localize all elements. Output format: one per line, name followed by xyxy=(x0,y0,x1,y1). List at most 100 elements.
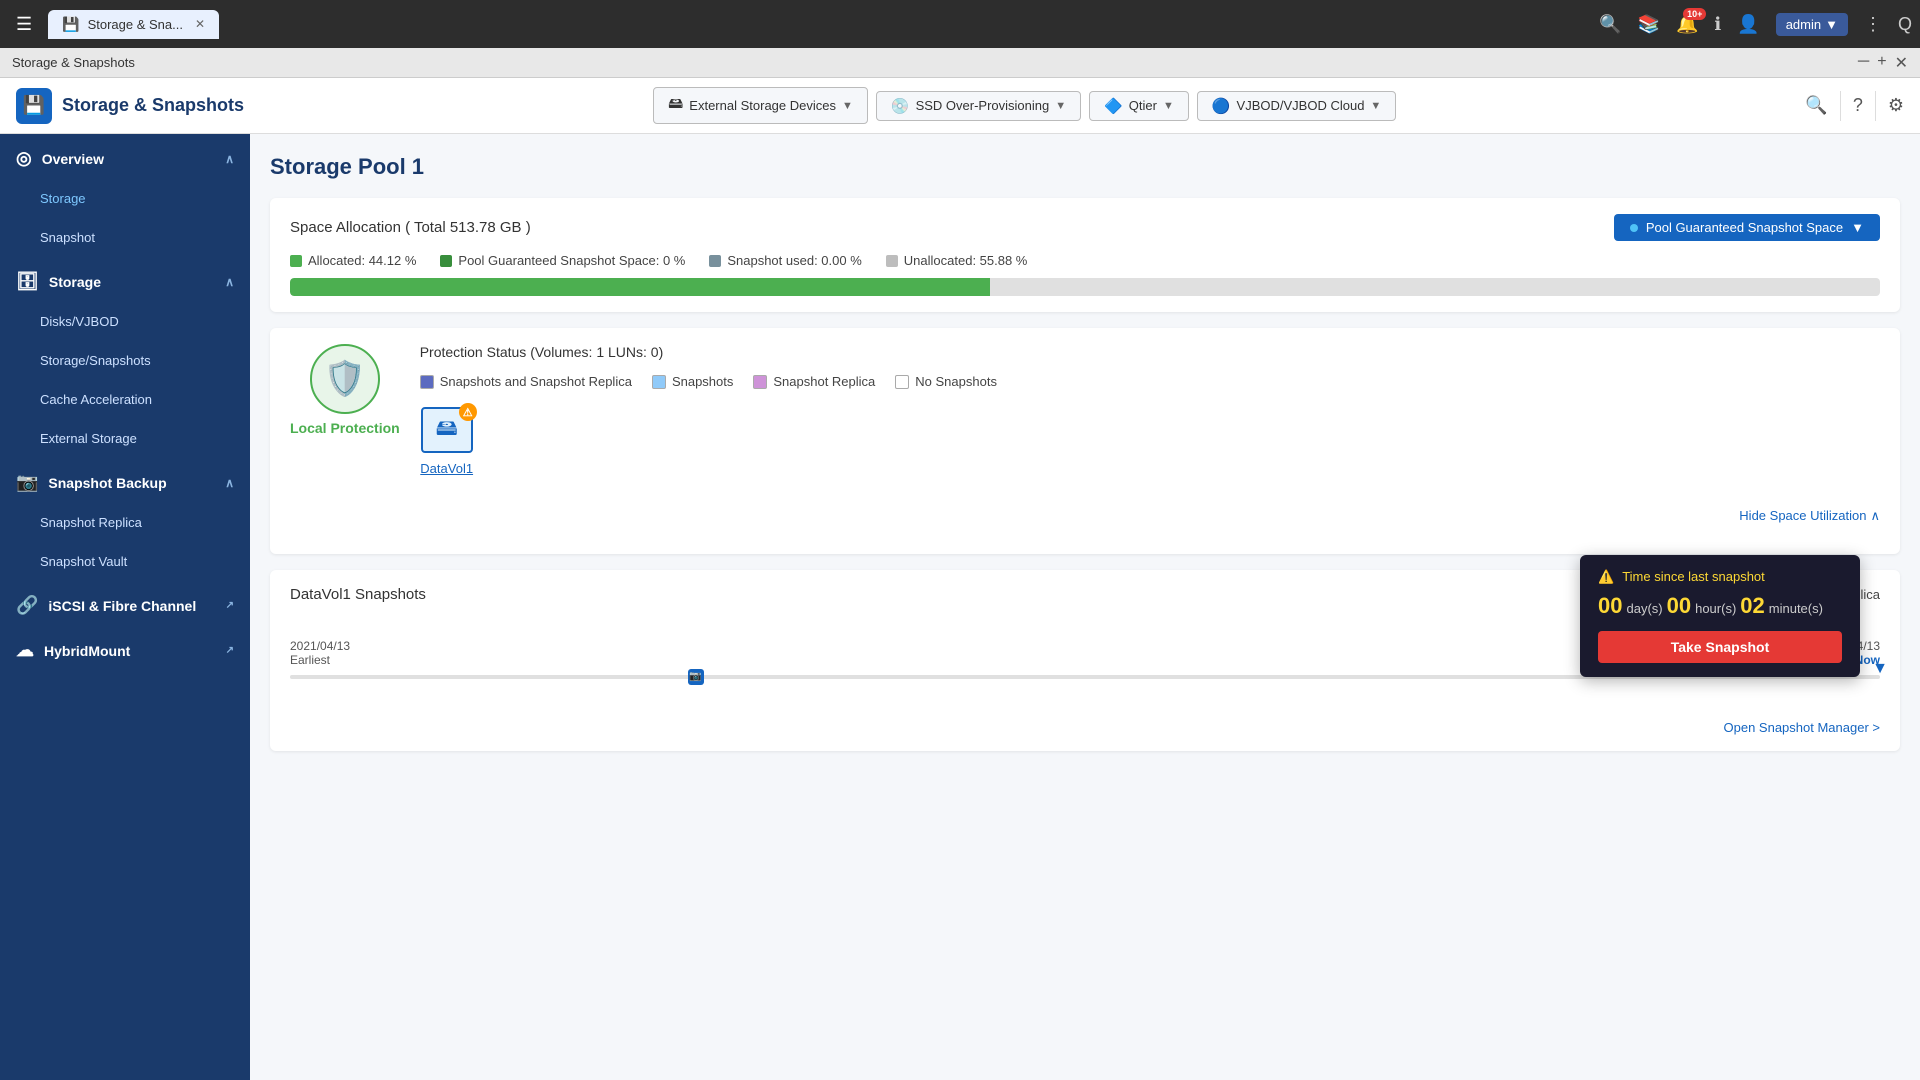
sidebar-item-overview[interactable]: ◎ Overview ∧ xyxy=(0,134,250,179)
snapshot-section: DataVol1 Snapshots Local Snapshot Snapsh… xyxy=(270,570,1900,751)
browser-tab[interactable]: 💾 Storage & Sna... ✕ xyxy=(48,10,219,39)
overview-chevron-icon: ∧ xyxy=(225,152,234,166)
pool-snap-btn-label: Pool Guaranteed Snapshot Space xyxy=(1646,220,1843,235)
sidebar-item-snapshot-backup[interactable]: 📷 Snapshot Backup ∧ xyxy=(0,458,250,503)
sidebar-item-snapshot-sub[interactable]: Snapshot xyxy=(0,218,250,257)
app-header: 💾 Storage & Snapshots 🖴 External Storage… xyxy=(0,78,1920,134)
titlebar-right: 🔍 📚 🔔 10+ ℹ 👤 admin ▼ ⋮ Q xyxy=(1599,13,1912,36)
vjbod-button[interactable]: 🔵 VJBOD/VJBOD Cloud ▼ xyxy=(1197,91,1396,121)
header-search-icon[interactable]: 🔍 xyxy=(1805,95,1827,116)
iscsi-icon: 🔗 xyxy=(16,595,38,616)
allocated-label: Allocated: 44.12 % xyxy=(308,253,416,268)
space-allocation-panel: Space Allocation ( Total 513.78 GB ) Poo… xyxy=(270,198,1900,312)
volume-name-label[interactable]: DataVol1 xyxy=(420,461,473,476)
tooltip-hour-unit: hour(s) xyxy=(1695,601,1736,616)
tooltip-day-value: 00 xyxy=(1598,593,1622,619)
snapshots-legend-label: Snapshots xyxy=(672,374,733,389)
maximize-button[interactable]: + xyxy=(1877,53,1886,73)
tab-close-icon[interactable]: ✕ xyxy=(195,17,205,31)
pool-snap-btn[interactable]: Pool Guaranteed Snapshot Space ▼ xyxy=(1614,214,1880,241)
app-logo: 💾 Storage & Snapshots xyxy=(16,88,244,124)
hybridmount-label: HybridMount xyxy=(44,643,130,659)
storage-label: Storage xyxy=(49,274,101,290)
snapshot-backup-icon: 📷 xyxy=(16,472,38,493)
snapshot-section-title: DataVol1 Snapshots xyxy=(290,586,426,603)
logo-icon: 💾 xyxy=(16,88,52,124)
progress-bar-fill xyxy=(290,278,990,296)
progress-bar xyxy=(290,278,1880,296)
snapshot-backup-label: Snapshot Backup xyxy=(48,475,166,491)
window-title: Storage & Snapshots xyxy=(12,55,135,70)
storage-icon: 🗄 xyxy=(16,271,39,292)
all-legend-square xyxy=(420,375,434,389)
unallocated-dot xyxy=(886,255,898,267)
hide-space-util: Hide Space Utilization ∧ xyxy=(420,507,1880,524)
snap-used-dot xyxy=(709,255,721,267)
volume-icon-bg: 🖴 ⚠ xyxy=(421,407,473,453)
toolbar-buttons: 🖴 External Storage Devices ▼ 💿 SSD Over-… xyxy=(256,87,1793,124)
search-icon[interactable]: 🔍 xyxy=(1599,14,1621,35)
app-title: Storage & Snapshots xyxy=(62,95,244,116)
sidebar-item-storage-snapshots[interactable]: Storage/Snapshots xyxy=(0,341,250,380)
local-marker-icon: 📷 xyxy=(689,671,701,682)
sidebar-item-iscsi[interactable]: 🔗 iSCSI & Fibre Channel ↗ xyxy=(0,581,250,626)
minimize-button[interactable]: ─ xyxy=(1858,53,1869,73)
pool-snap-dot xyxy=(1630,224,1638,232)
sidebar-item-storage-sub[interactable]: Storage xyxy=(0,179,250,218)
sidebar-item-snapshot-vault[interactable]: Snapshot Vault xyxy=(0,542,250,581)
hamburger-menu-icon[interactable]: ☰ xyxy=(8,10,40,39)
divider2 xyxy=(1875,91,1876,121)
ssd-provisioning-button[interactable]: 💿 SSD Over-Provisioning ▼ xyxy=(876,91,1081,121)
open-snapshot-manager-link[interactable]: Open Snapshot Manager > xyxy=(1724,720,1880,735)
pool-snap-chevron-icon: ▼ xyxy=(1851,220,1864,235)
external-storage-sidebar-label: External Storage xyxy=(40,431,137,446)
user-icon[interactable]: 👤 xyxy=(1737,14,1759,35)
iscsi-external-icon: ↗ xyxy=(226,600,234,611)
pool-snap-legend-label: Pool Guaranteed Snapshot Space: 0 % xyxy=(458,253,685,268)
sidebar-snapshot-sub-label: Snapshot xyxy=(40,230,95,245)
volume-item-datavol1[interactable]: 🖴 ⚠ DataVol1 xyxy=(420,405,474,495)
sidebar-item-storage[interactable]: 🗄 Storage ∧ xyxy=(0,257,250,302)
window-controls: ─ + ✕ xyxy=(1858,53,1908,73)
disks-label: Disks/VJBOD xyxy=(40,314,119,329)
admin-chevron-icon: ▼ xyxy=(1825,17,1838,32)
qnap-icon[interactable]: Q xyxy=(1898,14,1912,35)
hide-space-util-link[interactable]: Hide Space Utilization ∧ xyxy=(1739,508,1880,524)
timeline-local-marker[interactable]: 📷 xyxy=(688,669,704,685)
sidebar-item-hybridmount[interactable]: ☁ HybridMount ↗ xyxy=(0,626,250,671)
admin-menu-button[interactable]: admin ▼ xyxy=(1776,13,1848,36)
qtier-chevron-icon: ▼ xyxy=(1163,100,1174,112)
all-legend-label: Snapshots and Snapshot Replica xyxy=(440,374,632,389)
vjbod-label: VJBOD/VJBOD Cloud xyxy=(1237,98,1365,113)
more-options-icon[interactable]: ⋮ xyxy=(1864,14,1882,35)
timeline-now-marker xyxy=(1872,661,1888,677)
hybridmount-icon: ☁ xyxy=(16,640,34,661)
hide-space-label: Hide Space Utilization xyxy=(1739,508,1866,523)
sidebar-item-disks[interactable]: Disks/VJBOD xyxy=(0,302,250,341)
sidebar: ◎ Overview ∧ Storage Snapshot 🗄 Storage … xyxy=(0,134,250,1080)
timeline-area: 2021/04/13 Earliest 2021/04/13 Now 📷 xyxy=(290,619,1880,707)
toolbar-right: 🔍 ? ⚙ xyxy=(1805,91,1904,121)
take-snapshot-button[interactable]: Take Snapshot xyxy=(1598,631,1842,663)
qtier-button[interactable]: 🔷 Qtier ▼ xyxy=(1089,91,1189,121)
close-button[interactable]: ✕ xyxy=(1895,53,1908,73)
none-legend-square xyxy=(895,375,909,389)
tooltip-min-unit: minute(s) xyxy=(1769,601,1823,616)
notification-icon-wrap[interactable]: 🔔 10+ xyxy=(1676,14,1698,35)
legend-allocated: Allocated: 44.12 % xyxy=(290,253,416,268)
sidebar-item-snapshot-replica[interactable]: Snapshot Replica xyxy=(0,503,250,542)
tab-label: Storage & Sna... xyxy=(88,17,183,32)
sidebar-item-cache-accel[interactable]: Cache Acceleration xyxy=(0,380,250,419)
iscsi-label: iSCSI & Fibre Channel xyxy=(48,598,196,614)
legend-snapshots: Snapshots xyxy=(652,374,733,389)
info-icon[interactable]: ℹ xyxy=(1714,14,1721,35)
external-storage-button[interactable]: 🖴 External Storage Devices ▼ xyxy=(653,87,868,124)
earliest-date: 2021/04/13 xyxy=(290,639,350,653)
stack-icon[interactable]: 📚 xyxy=(1638,14,1660,35)
header-help-icon[interactable]: ? xyxy=(1853,95,1863,116)
legend-snap-used: Snapshot used: 0.00 % xyxy=(709,253,861,268)
tooltip-hour-value: 00 xyxy=(1667,593,1691,619)
header-settings-icon[interactable]: ⚙ xyxy=(1888,95,1904,116)
divider xyxy=(1840,91,1841,121)
sidebar-item-external-storage[interactable]: External Storage xyxy=(0,419,250,458)
